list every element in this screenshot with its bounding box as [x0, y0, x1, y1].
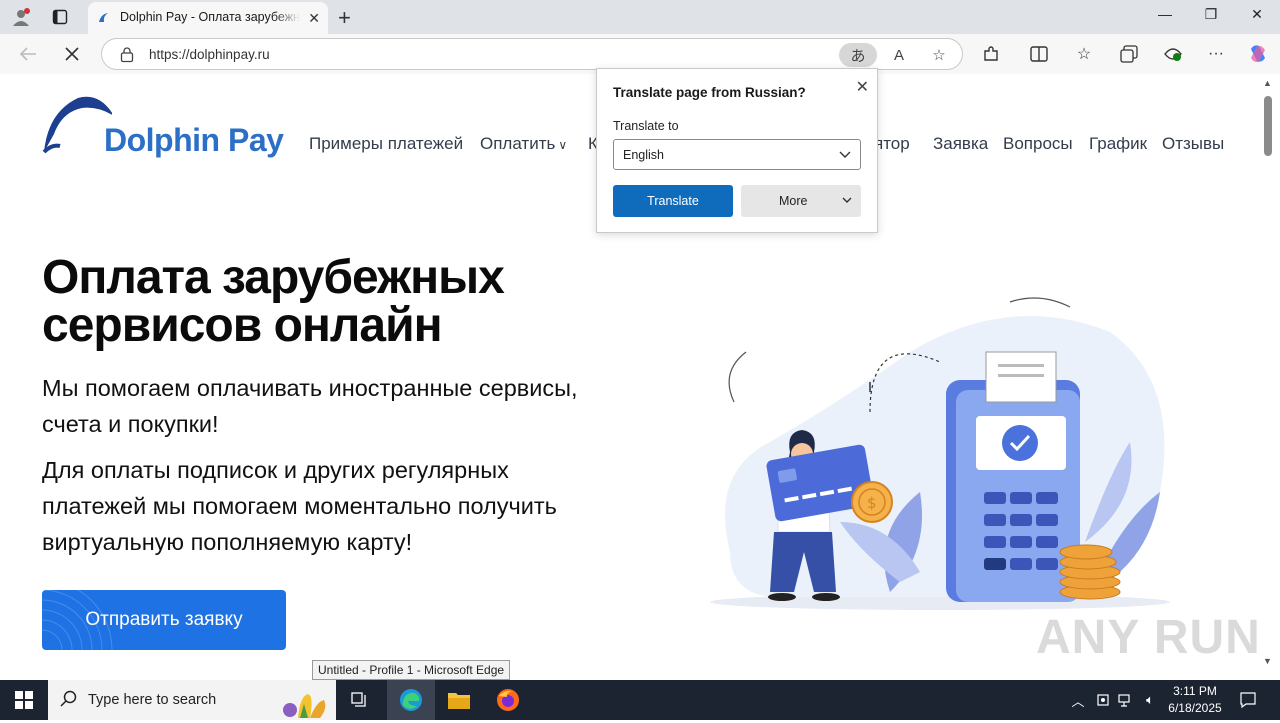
card-line-1: Для оплаты подписок и других регулярных [42, 457, 509, 483]
copilot-icon[interactable] [1245, 42, 1271, 66]
svg-text:$: $ [867, 494, 877, 512]
address-bar[interactable]: https://dolphinpay.ru あ A ☆ [101, 38, 963, 70]
task-view-icon[interactable] [336, 680, 384, 720]
taskbar: Type here to search ︿ 🔈︎ 3:11 PM 6/18/20… [0, 680, 1280, 720]
card-line-3: виртуальную пополняемую карту! [42, 529, 413, 555]
volume-icon[interactable]: 🔈︎ [1140, 680, 1160, 720]
collections-icon[interactable] [1116, 42, 1142, 66]
split-screen-icon[interactable] [1026, 42, 1052, 66]
intro-paragraph: Мы помогаем оплачивать иностранные серви… [42, 370, 578, 442]
card-line-2: платежей мы помогаем моментально получит… [42, 493, 557, 519]
minimize-button[interactable]: — [1142, 6, 1188, 28]
scroll-up-icon[interactable]: ▲ [1263, 78, 1272, 88]
submit-request-label: Отправить заявку [85, 609, 243, 630]
file-explorer-icon[interactable] [435, 680, 483, 720]
vertical-scrollbar[interactable]: ▲ ▼ [1260, 74, 1276, 678]
submit-request-button[interactable]: Отправить заявку [42, 590, 286, 650]
logo-text[interactable]: Dolphin Pay [104, 122, 284, 159]
search-highlight-icon [270, 684, 330, 723]
edge-taskbar-icon[interactable] [387, 680, 435, 720]
url-text[interactable]: https://dolphinpay.ru [149, 47, 270, 62]
favorites-icon[interactable]: ☆ [1071, 42, 1097, 66]
ethernet-icon[interactable] [1116, 680, 1136, 720]
language-select[interactable]: English [613, 139, 861, 170]
nav-questions[interactable]: Вопросы [1003, 134, 1073, 154]
headline-line-2: сервисов онлайн [42, 299, 443, 352]
back-button[interactable] [15, 42, 41, 66]
dolphin-favicon-icon [96, 10, 112, 26]
page-headline: Оплата зарубежных сервисов онлайн [42, 251, 505, 352]
firefox-icon[interactable] [484, 680, 532, 720]
nav-calculator[interactable]: ятор [874, 134, 910, 154]
stop-loading-button[interactable] [59, 42, 85, 66]
intro-line-1: Мы помогаем оплачивать иностранные серви… [42, 375, 578, 401]
close-window-button[interactable]: ✕ [1234, 6, 1280, 28]
nav-request[interactable]: Заявка [933, 134, 988, 154]
close-icon[interactable]: ✕ [856, 77, 869, 97]
tab-title: Dolphin Pay - Оплата зарубежных сервисов [120, 10, 300, 24]
new-tab-button[interactable]: + [338, 5, 351, 31]
windows-icon [15, 691, 33, 709]
scroll-down-icon[interactable]: ▼ [1263, 656, 1272, 666]
chevron-down-icon [841, 194, 853, 209]
profile-icon[interactable] [8, 5, 34, 29]
title-bar: Dolphin Pay - Оплата зарубежных сервисов… [0, 0, 1280, 34]
tab-dolphinpay[interactable]: Dolphin Pay - Оплата зарубежных сервисов… [88, 2, 328, 34]
nav-payment-examples[interactable]: Примеры платежей [309, 134, 463, 154]
selected-language: English [623, 148, 664, 162]
anyrun-watermark: ANY RUN [1036, 611, 1261, 664]
start-button[interactable] [0, 680, 48, 720]
site-info-icon[interactable] [120, 47, 134, 68]
restore-button[interactable]: ❐ [1188, 6, 1234, 28]
search-placeholder: Type here to search [88, 692, 217, 708]
favorite-star-icon[interactable]: ☆ [920, 43, 958, 67]
browser-essentials-icon[interactable] [1160, 42, 1186, 66]
system-clock[interactable]: 3:11 PM 6/18/2025 [1160, 683, 1230, 717]
nav-reviews[interactable]: Отзывы [1162, 134, 1224, 154]
headline-line-1: Оплата зарубежных [42, 251, 505, 304]
chevron-down-icon [838, 147, 852, 166]
more-button[interactable]: More [741, 185, 861, 217]
clock-date: 6/18/2025 [1168, 701, 1222, 715]
show-hidden-icons[interactable]: ︿ [1068, 680, 1088, 720]
more-button-label: More [779, 194, 808, 208]
scrollbar-thumb[interactable] [1264, 96, 1272, 156]
read-aloud-icon[interactable]: A [880, 43, 918, 67]
translate-button[interactable]: Translate [613, 185, 733, 217]
translate-to-label: Translate to [613, 119, 679, 133]
clock-time: 3:11 PM [1173, 684, 1217, 698]
nav-pay[interactable]: Оплатить ∨ [480, 134, 567, 154]
extensions-icon[interactable] [978, 42, 1004, 66]
intro-line-2: счета и покупки! [42, 411, 219, 437]
network-status-icon[interactable] [1094, 680, 1112, 720]
chevron-down-icon: ∨ [558, 138, 568, 152]
payment-illustration: $ [710, 297, 1170, 610]
nav-pay-label: Оплатить [480, 134, 556, 153]
notifications-icon[interactable] [1236, 680, 1260, 720]
translate-icon[interactable]: あ [839, 43, 877, 67]
translate-popup-title: Translate page from Russian? [613, 85, 806, 100]
translate-popup: Translate page from Russian? ✕ Translate… [596, 68, 878, 233]
tab-actions-icon[interactable] [47, 5, 73, 29]
settings-more-icon[interactable]: ··· [1203, 42, 1229, 66]
status-tooltip: Untitled - Profile 1 - Microsoft Edge [312, 660, 511, 680]
close-tab-icon[interactable]: ✕ [308, 10, 320, 27]
taskbar-search[interactable]: Type here to search [48, 680, 336, 720]
search-icon [60, 690, 78, 713]
nav-schedule[interactable]: График [1089, 134, 1147, 154]
dolphin-logo-icon[interactable] [42, 94, 112, 156]
card-paragraph: Для оплаты подписок и других регулярных … [42, 452, 557, 560]
